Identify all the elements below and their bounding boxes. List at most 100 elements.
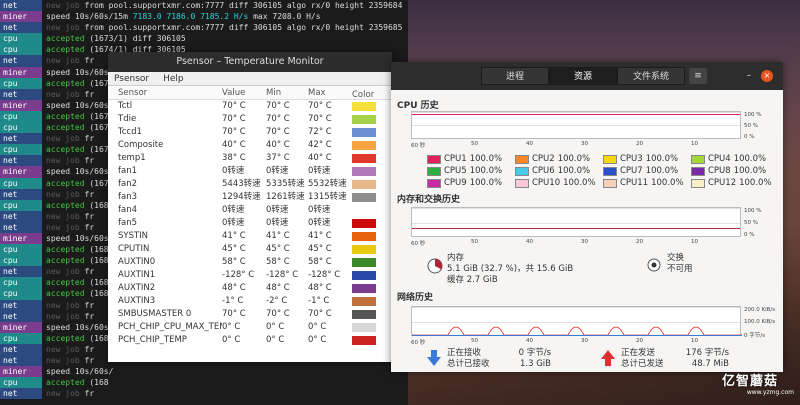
header-min[interactable]: Min: [266, 87, 308, 99]
cpu-color-swatch[interactable]: [603, 166, 617, 176]
cpu-color-swatch[interactable]: [515, 178, 529, 188]
sensor-row[interactable]: AUXTIN1 -128° C -128° C -128° C: [108, 269, 392, 282]
header-color[interactable]: Color: [350, 87, 376, 100]
sensor-color-swatch[interactable]: [350, 178, 376, 191]
sensor-row[interactable]: fan4 0转速 0转速 0转速: [108, 204, 392, 217]
sensor-color-swatch[interactable]: [350, 204, 376, 217]
cpu-color-swatch[interactable]: [691, 154, 705, 164]
sensor-color-swatch[interactable]: [350, 282, 376, 295]
menu-psensor[interactable]: Psensor: [114, 72, 149, 85]
header-max[interactable]: Max: [308, 87, 350, 99]
cpu-legend-item[interactable]: CPU12 100.0%: [691, 178, 779, 188]
sensor-color-swatch[interactable]: [350, 230, 376, 243]
cpu-legend-item[interactable]: CPU4 100.0%: [691, 154, 779, 164]
cpu-color-swatch[interactable]: [427, 166, 441, 176]
color-swatch[interactable]: [352, 284, 376, 293]
system-monitor-window[interactable]: 进程 资源 文件系统 ≡ – × CPU 历史 100 % 50 % 0 % 6…: [391, 62, 783, 372]
sensor-row[interactable]: PCH_CHIP_TEMP 0° C 0° C 0° C: [108, 334, 392, 347]
tab-processes[interactable]: 进程: [481, 67, 549, 85]
cpu-color-swatch[interactable]: [427, 154, 441, 164]
menu-help[interactable]: Help: [163, 72, 184, 85]
sensor-row[interactable]: CPUTIN 45° C 45° C 45° C: [108, 243, 392, 256]
sensor-color-swatch[interactable]: [350, 243, 376, 256]
minimize-icon[interactable]: –: [743, 70, 755, 82]
sensor-color-swatch[interactable]: [350, 217, 376, 230]
sensor-color-swatch[interactable]: [350, 308, 376, 321]
cpu-legend-item[interactable]: CPU7 100.0%: [603, 166, 691, 176]
cpu-legend-item[interactable]: CPU1 100.0%: [427, 154, 515, 164]
color-swatch[interactable]: [352, 167, 376, 176]
sensor-row[interactable]: fan2 5443转速 5335转速 5532转速: [108, 178, 392, 191]
sensor-row[interactable]: PCH_CHIP_CPU_MAX_TEMP 0° C 0° C 0° C: [108, 321, 392, 334]
sensor-color-swatch[interactable]: [350, 100, 376, 113]
sensor-row[interactable]: Tccd1 70° C 70° C 72° C: [108, 126, 392, 139]
cpu-color-swatch[interactable]: [603, 178, 617, 188]
color-swatch[interactable]: [352, 245, 376, 254]
color-swatch[interactable]: [352, 232, 376, 241]
cpu-legend-item[interactable]: CPU9 100.0%: [427, 178, 515, 188]
sensor-color-swatch[interactable]: [350, 334, 376, 347]
network-y-top-label: 200.0 KiB/s: [744, 307, 776, 313]
color-swatch[interactable]: [352, 154, 376, 163]
sensor-row[interactable]: temp1 38° C 37° C 40° C: [108, 152, 392, 165]
cpu-legend-item[interactable]: CPU2 100.0%: [515, 154, 603, 164]
color-swatch[interactable]: [352, 102, 376, 111]
color-swatch[interactable]: [352, 310, 376, 319]
sensor-row[interactable]: fan1 0转速 0转速 0转速: [108, 165, 392, 178]
sensor-row[interactable]: fan5 0转速 0转速 0转速: [108, 217, 392, 230]
cpu-color-swatch[interactable]: [691, 166, 705, 176]
cpu-color-swatch[interactable]: [427, 178, 441, 188]
color-swatch[interactable]: [352, 206, 376, 215]
sensor-color-swatch[interactable]: [350, 256, 376, 269]
sensor-color-swatch[interactable]: [350, 191, 376, 204]
sensor-color-swatch[interactable]: [350, 165, 376, 178]
hamburger-icon[interactable]: ≡: [689, 68, 707, 84]
sensor-row[interactable]: SYSTIN 41° C 41° C 41° C: [108, 230, 392, 243]
cpu-legend-item[interactable]: CPU6 100.0%: [515, 166, 603, 176]
sensor-row[interactable]: fan3 1294转速 1261转速 1315转速: [108, 191, 392, 204]
system-monitor-header[interactable]: 进程 资源 文件系统 ≡ – ×: [391, 62, 783, 90]
cpu-color-swatch[interactable]: [603, 154, 617, 164]
sensor-color-swatch[interactable]: [350, 269, 376, 282]
color-swatch[interactable]: [352, 336, 376, 345]
cpu-legend-item[interactable]: CPU3 100.0%: [603, 154, 691, 164]
header-value[interactable]: Value: [222, 87, 266, 99]
color-swatch[interactable]: [352, 271, 376, 280]
sensor-color-swatch[interactable]: [350, 139, 376, 152]
cpu-legend-item[interactable]: CPU8 100.0%: [691, 166, 779, 176]
color-swatch[interactable]: [352, 193, 376, 202]
sensor-row[interactable]: Tdie 70° C 70° C 70° C: [108, 113, 392, 126]
color-swatch[interactable]: [352, 180, 376, 189]
color-swatch[interactable]: [352, 128, 376, 137]
psensor-window[interactable]: Psensor – Temperature Monitor Psensor He…: [108, 52, 392, 362]
close-icon[interactable]: ×: [761, 70, 773, 82]
sensor-row[interactable]: AUXTIN0 58° C 58° C 58° C: [108, 256, 392, 269]
sensor-row[interactable]: SMBUSMASTER 0 70° C 70° C 70° C: [108, 308, 392, 321]
tab-resources[interactable]: 资源: [549, 67, 617, 85]
cpu-legend-item[interactable]: CPU11 100.0%: [603, 178, 691, 188]
sensor-color-swatch[interactable]: [350, 113, 376, 126]
color-swatch[interactable]: [352, 323, 376, 332]
header-sensor[interactable]: Sensor: [108, 87, 222, 99]
sensor-row[interactable]: Tctl 70° C 70° C 70° C: [108, 100, 392, 113]
cpu-color-swatch[interactable]: [515, 166, 529, 176]
psensor-title-bar[interactable]: Psensor – Temperature Monitor: [108, 52, 392, 72]
color-swatch[interactable]: [352, 219, 376, 228]
tab-filesystems[interactable]: 文件系统: [617, 67, 685, 85]
color-swatch[interactable]: [352, 115, 376, 124]
sensor-color-swatch[interactable]: [350, 321, 376, 334]
cpu-legend-item[interactable]: CPU5 100.0%: [427, 166, 515, 176]
sensor-color-swatch[interactable]: [350, 126, 376, 139]
color-swatch[interactable]: [352, 258, 376, 267]
cpu-color-swatch[interactable]: [691, 178, 705, 188]
sensor-row[interactable]: Composite 40° C 40° C 42° C: [108, 139, 392, 152]
sensor-row[interactable]: AUXTIN2 48° C 48° C 48° C: [108, 282, 392, 295]
color-swatch[interactable]: [352, 141, 376, 150]
sensor-row[interactable]: AUXTIN3 -1° C -2° C -1° C: [108, 295, 392, 308]
sensor-max: 1315转速: [308, 192, 347, 202]
cpu-color-swatch[interactable]: [515, 154, 529, 164]
color-swatch[interactable]: [352, 297, 376, 306]
sensor-color-swatch[interactable]: [350, 295, 376, 308]
cpu-legend-item[interactable]: CPU10 100.0%: [515, 178, 603, 188]
sensor-color-swatch[interactable]: [350, 152, 376, 165]
